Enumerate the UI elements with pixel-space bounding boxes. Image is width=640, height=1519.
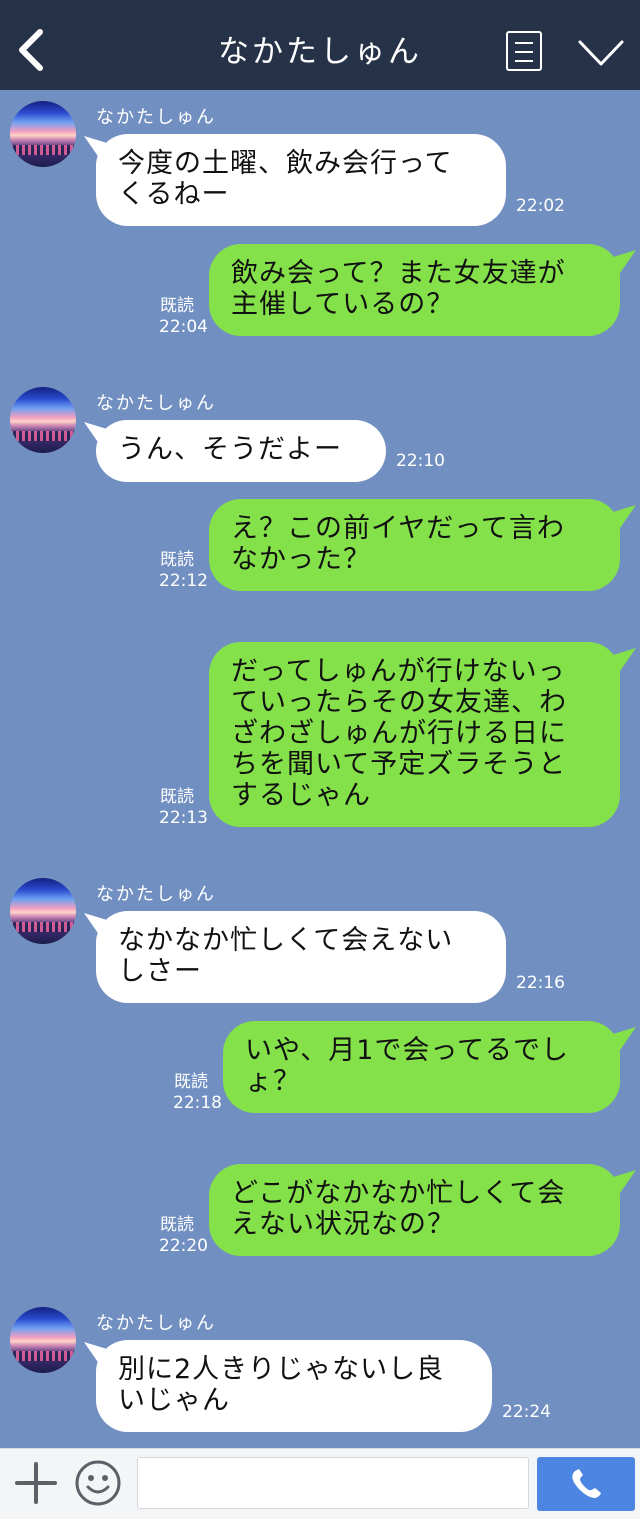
plus-icon[interactable]	[14, 1461, 58, 1505]
sender-name: なかたしゅん	[96, 1313, 216, 1334]
message-bubble-outgoing[interactable]: いや、月1で会ってるでし ょ？	[223, 1021, 620, 1113]
read-receipt: 既読	[160, 1215, 194, 1235]
message-time: 22:02	[516, 196, 565, 216]
message-time: 22:20	[159, 1236, 208, 1256]
read-receipt: 既読	[160, 787, 194, 807]
message-time: 22:18	[173, 1093, 222, 1113]
menu-list-icon[interactable]	[506, 31, 542, 71]
avatar[interactable]	[10, 1307, 76, 1373]
avatar[interactable]	[10, 101, 76, 167]
message-bubble-outgoing[interactable]: え？この前イヤだって言わ なかった？	[209, 499, 620, 591]
message-bubble-outgoing[interactable]: だってしゅんが行けないっ ていったらその女友達、わ ざわざしゅんが行ける日に ち…	[209, 642, 620, 827]
sender-name: なかたしゅん	[96, 884, 216, 905]
read-receipt: 既読	[174, 1072, 208, 1092]
message-time: 22:10	[396, 451, 445, 471]
message-bubble-incoming[interactable]: 別に2人きりじゃないし良 いじゃん	[96, 1340, 492, 1432]
message-time: 22:12	[159, 571, 208, 591]
avatar[interactable]	[10, 387, 76, 453]
sender-name: なかたしゅん	[96, 107, 216, 128]
call-button[interactable]	[537, 1457, 635, 1511]
chevron-down-icon[interactable]	[576, 36, 626, 70]
smiley-icon[interactable]	[74, 1459, 122, 1507]
message-input[interactable]	[137, 1457, 529, 1509]
message-bubble-incoming[interactable]: うん、そうだよー	[96, 420, 386, 482]
chat-title: なかたしゅん	[218, 34, 422, 70]
message-bubble-incoming[interactable]: 今度の土曜、飲み会行って くるねー	[96, 134, 506, 226]
message-list[interactable]: なかたしゅん 今度の土曜、飲み会行って くるねー 22:02 既読 22:04 …	[0, 90, 640, 1448]
message-time: 22:04	[159, 317, 208, 337]
sender-name: なかたしゅん	[96, 393, 216, 414]
composer-bar	[0, 1448, 640, 1519]
phone-icon	[572, 1469, 601, 1498]
message-bubble-outgoing[interactable]: どこがなかなか忙しくて会 えない状況なの？	[209, 1164, 620, 1256]
message-time: 22:16	[516, 973, 565, 993]
message-time: 22:13	[159, 808, 208, 828]
chat-header: なかたしゅん	[0, 0, 640, 90]
message-bubble-outgoing[interactable]: 飲み会って？また女友達が 主催しているの？	[209, 244, 620, 336]
message-bubble-incoming[interactable]: なかなか忙しくて会えない しさー	[96, 911, 506, 1003]
read-receipt: 既読	[160, 296, 194, 316]
message-time: 22:24	[502, 1402, 551, 1422]
avatar[interactable]	[10, 878, 76, 944]
read-receipt: 既読	[160, 550, 194, 570]
